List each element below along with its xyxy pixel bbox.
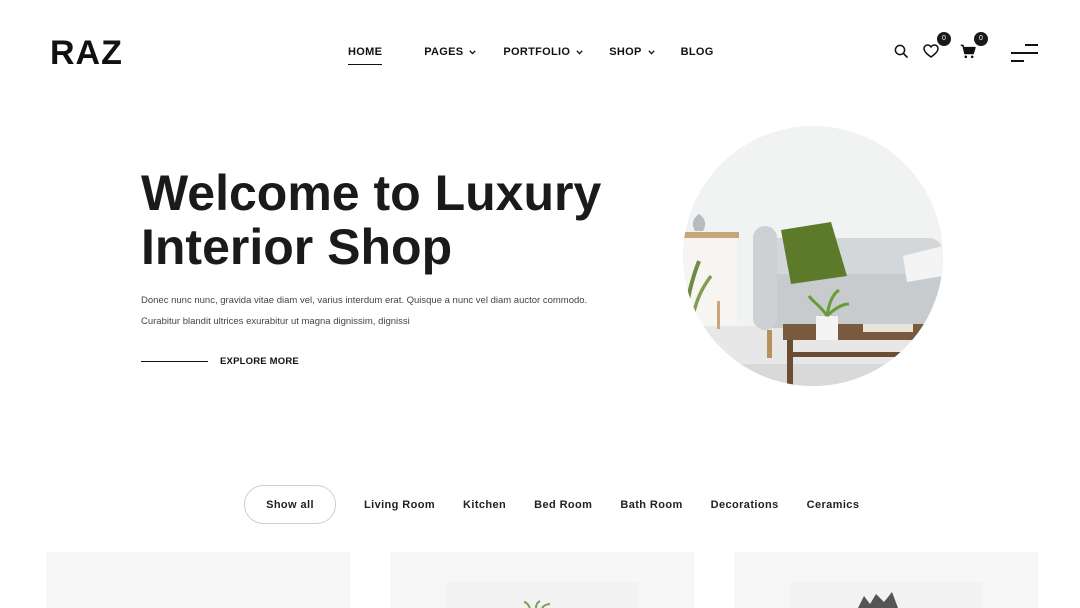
nav-portfolio-label: PORTFOLIO — [503, 46, 571, 58]
search-icon[interactable] — [890, 40, 912, 62]
filter-show-all[interactable]: Show all — [244, 485, 336, 524]
filter-decorations[interactable]: Decorations — [711, 499, 779, 511]
filter-ceramics[interactable]: Ceramics — [807, 499, 860, 511]
explore-more-link[interactable]: EXPLORE MORE — [141, 356, 299, 367]
header-icons: 0 0 — [890, 32, 988, 62]
decor-object-image — [790, 582, 982, 608]
chevron-down-icon — [469, 46, 477, 58]
chevron-down-icon — [576, 46, 583, 58]
hero-description-line-1: Donec nunc nunc, gravida vitae diam vel,… — [141, 295, 588, 306]
product-grid — [0, 552, 1080, 608]
hero-title: Welcome to Luxury Interior Shop — [141, 166, 641, 274]
nav-shop[interactable]: SHOP — [609, 46, 655, 58]
plant-image — [446, 582, 638, 608]
hero-title-line-2: Interior Shop — [141, 219, 453, 275]
nav-home[interactable]: HOME — [348, 46, 383, 65]
cart-count-badge: 0 — [974, 32, 988, 46]
menu-line-bottom — [1011, 60, 1024, 62]
filter-bed-room[interactable]: Bed Room — [534, 499, 592, 511]
menu-line-top — [1025, 44, 1038, 46]
heart-icon — [923, 44, 939, 58]
filter-kitchen[interactable]: Kitchen — [463, 499, 506, 511]
hero-description-line-2: Curabitur blandit ultrices exurabitur ut… — [141, 316, 410, 327]
explore-line — [141, 360, 208, 363]
nav-portfolio[interactable]: PORTFOLIO — [503, 46, 583, 58]
menu-line-middle — [1011, 52, 1038, 54]
category-filters: Show all Living Room Kitchen Bed Room Ba… — [244, 485, 859, 524]
nav-shop-label: SHOP — [609, 46, 642, 58]
wishlist-button[interactable]: 0 — [920, 32, 951, 62]
filter-living-room[interactable]: Living Room — [364, 499, 435, 511]
nav-home-label: HOME — [348, 46, 383, 58]
nav-blog-label: BLOG — [680, 46, 714, 58]
chevron-down-icon — [647, 46, 655, 58]
hero-living-room-image — [683, 126, 943, 386]
hero-title-line-1: Welcome to Luxury — [141, 165, 602, 221]
cart-icon — [960, 44, 976, 59]
site-logo[interactable]: RAZ — [50, 34, 123, 73]
nav-blog[interactable]: BLOG — [681, 46, 714, 58]
hamburger-menu-icon[interactable] — [1011, 44, 1038, 62]
product-card[interactable] — [734, 552, 1038, 608]
nav-pages-label: PAGES — [424, 46, 464, 58]
wishlist-count-badge: 0 — [937, 32, 951, 46]
product-card[interactable] — [46, 552, 350, 608]
main-nav: HOME PAGES PORTFOLIO SHOP BLOG — [348, 46, 714, 65]
cart-button[interactable]: 0 — [957, 32, 988, 62]
nav-pages[interactable]: PAGES — [424, 46, 477, 58]
explore-more-label: EXPLORE MORE — [220, 356, 299, 367]
product-card[interactable] — [390, 552, 694, 608]
filter-bath-room[interactable]: Bath Room — [620, 499, 682, 511]
